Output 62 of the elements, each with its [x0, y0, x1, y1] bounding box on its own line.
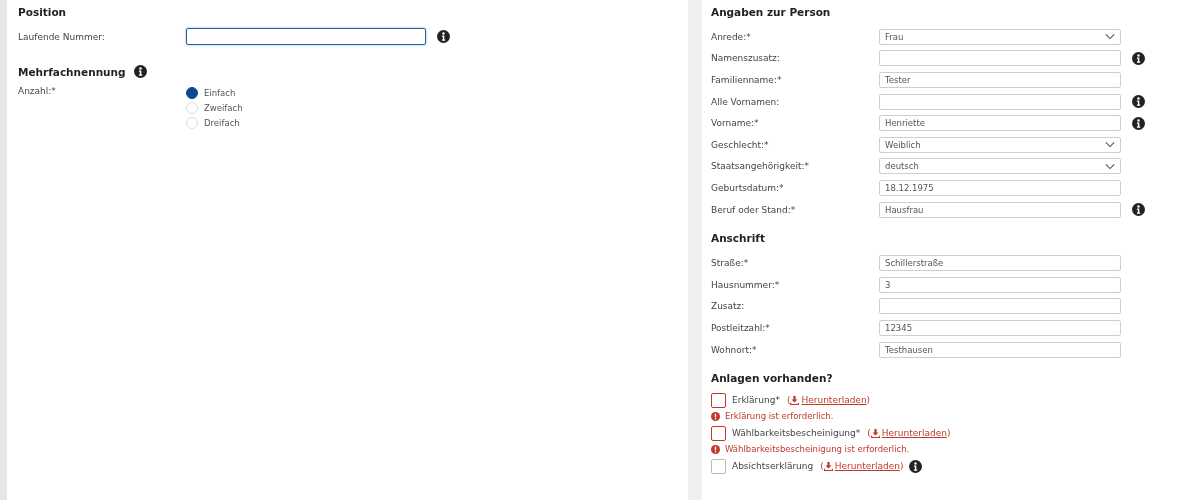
section-title: Anschrift: [711, 232, 765, 245]
parenthesis: (: [820, 461, 824, 472]
radio-label[interactable]: Zweifach: [204, 103, 243, 114]
field-label: Staatsangehörigkeit:*: [711, 161, 811, 172]
section-title: Position: [18, 6, 67, 18]
chevron-down-icon: [1105, 141, 1115, 149]
parenthesis: ): [866, 395, 871, 406]
parenthesis: ): [899, 461, 904, 472]
field-label: Anrede:*: [711, 31, 752, 42]
field-label: Zusatz:: [711, 301, 746, 312]
error-message: Wählbarkeitsbescheinigung ist erforderlich.: [725, 444, 910, 455]
parenthesis: ): [946, 428, 951, 439]
download-icon: [790, 395, 800, 405]
field-label: Wohnort:*: [711, 344, 758, 355]
section-title: Angaben zur Person: [711, 6, 831, 18]
input-field[interactable]: Henriette: [879, 115, 1121, 132]
field-label: Namenszusatz:: [711, 53, 781, 64]
field-label: Familienname:*: [711, 75, 783, 85]
parenthesis: (: [786, 395, 791, 406]
section-title: Mehrfachnennung: [18, 65, 126, 78]
input-field[interactable]: 3: [879, 276, 1121, 293]
attachment-label: Erklärung*: [732, 395, 780, 406]
error-icon: [711, 411, 720, 421]
field-label: Laufende Nummer:: [18, 31, 106, 42]
input-field[interactable]: Schillerstraße: [879, 255, 1121, 272]
field-label: Beruf oder Stand:*: [711, 204, 797, 215]
radio-label[interactable]: Dreifach: [204, 118, 240, 129]
checkbox[interactable]: [711, 458, 726, 474]
radio-button[interactable]: [186, 87, 198, 100]
field-label: Hausnummer:*: [711, 279, 781, 290]
select-field[interactable]: deutsch: [879, 158, 1121, 175]
download-link[interactable]: Herunterladen: [870, 428, 947, 439]
attachment-label: Absichtserklärung: [732, 461, 814, 472]
checkbox[interactable]: [711, 392, 726, 408]
input-field[interactable]: Hausfrau: [879, 201, 1121, 218]
download-icon: [823, 461, 833, 471]
download-icon: [870, 428, 880, 438]
field-label: Alle Vornamen:: [711, 96, 781, 107]
checkbox[interactable]: [711, 425, 726, 441]
field-label: Vorname:*: [711, 118, 760, 129]
input-field[interactable]: [186, 28, 426, 46]
field-label: Geschlecht:*: [711, 139, 770, 150]
select-field[interactable]: Frau: [879, 28, 1121, 45]
input-field[interactable]: 12345: [879, 319, 1121, 336]
error-message: Erklärung ist erforderlich.: [725, 411, 834, 422]
field-label: Anzahl:*: [18, 85, 57, 96]
input-field[interactable]: Tester: [879, 72, 1121, 88]
section-title: Anlagen vorhanden?: [711, 372, 833, 385]
input-field[interactable]: 18.12.1975: [879, 179, 1121, 196]
field-label: Straße:*: [711, 258, 750, 269]
input-field[interactable]: Testhausen: [879, 341, 1121, 358]
chevron-down-icon: [1105, 162, 1115, 170]
download-link[interactable]: Herunterladen: [823, 461, 900, 472]
error-icon: [711, 444, 720, 454]
field-label: Postleitzahl:*: [711, 322, 771, 333]
chevron-down-icon: [1105, 33, 1115, 41]
attachment-label: Wählbarkeitsbescheinigung*: [732, 428, 861, 439]
parenthesis: (: [867, 428, 871, 439]
select-field[interactable]: Weiblich: [879, 136, 1121, 153]
radio-label[interactable]: Einfach: [204, 88, 236, 99]
download-link[interactable]: Herunterladen: [790, 395, 867, 406]
field-label: Geburtsdatum:*: [711, 182, 785, 193]
